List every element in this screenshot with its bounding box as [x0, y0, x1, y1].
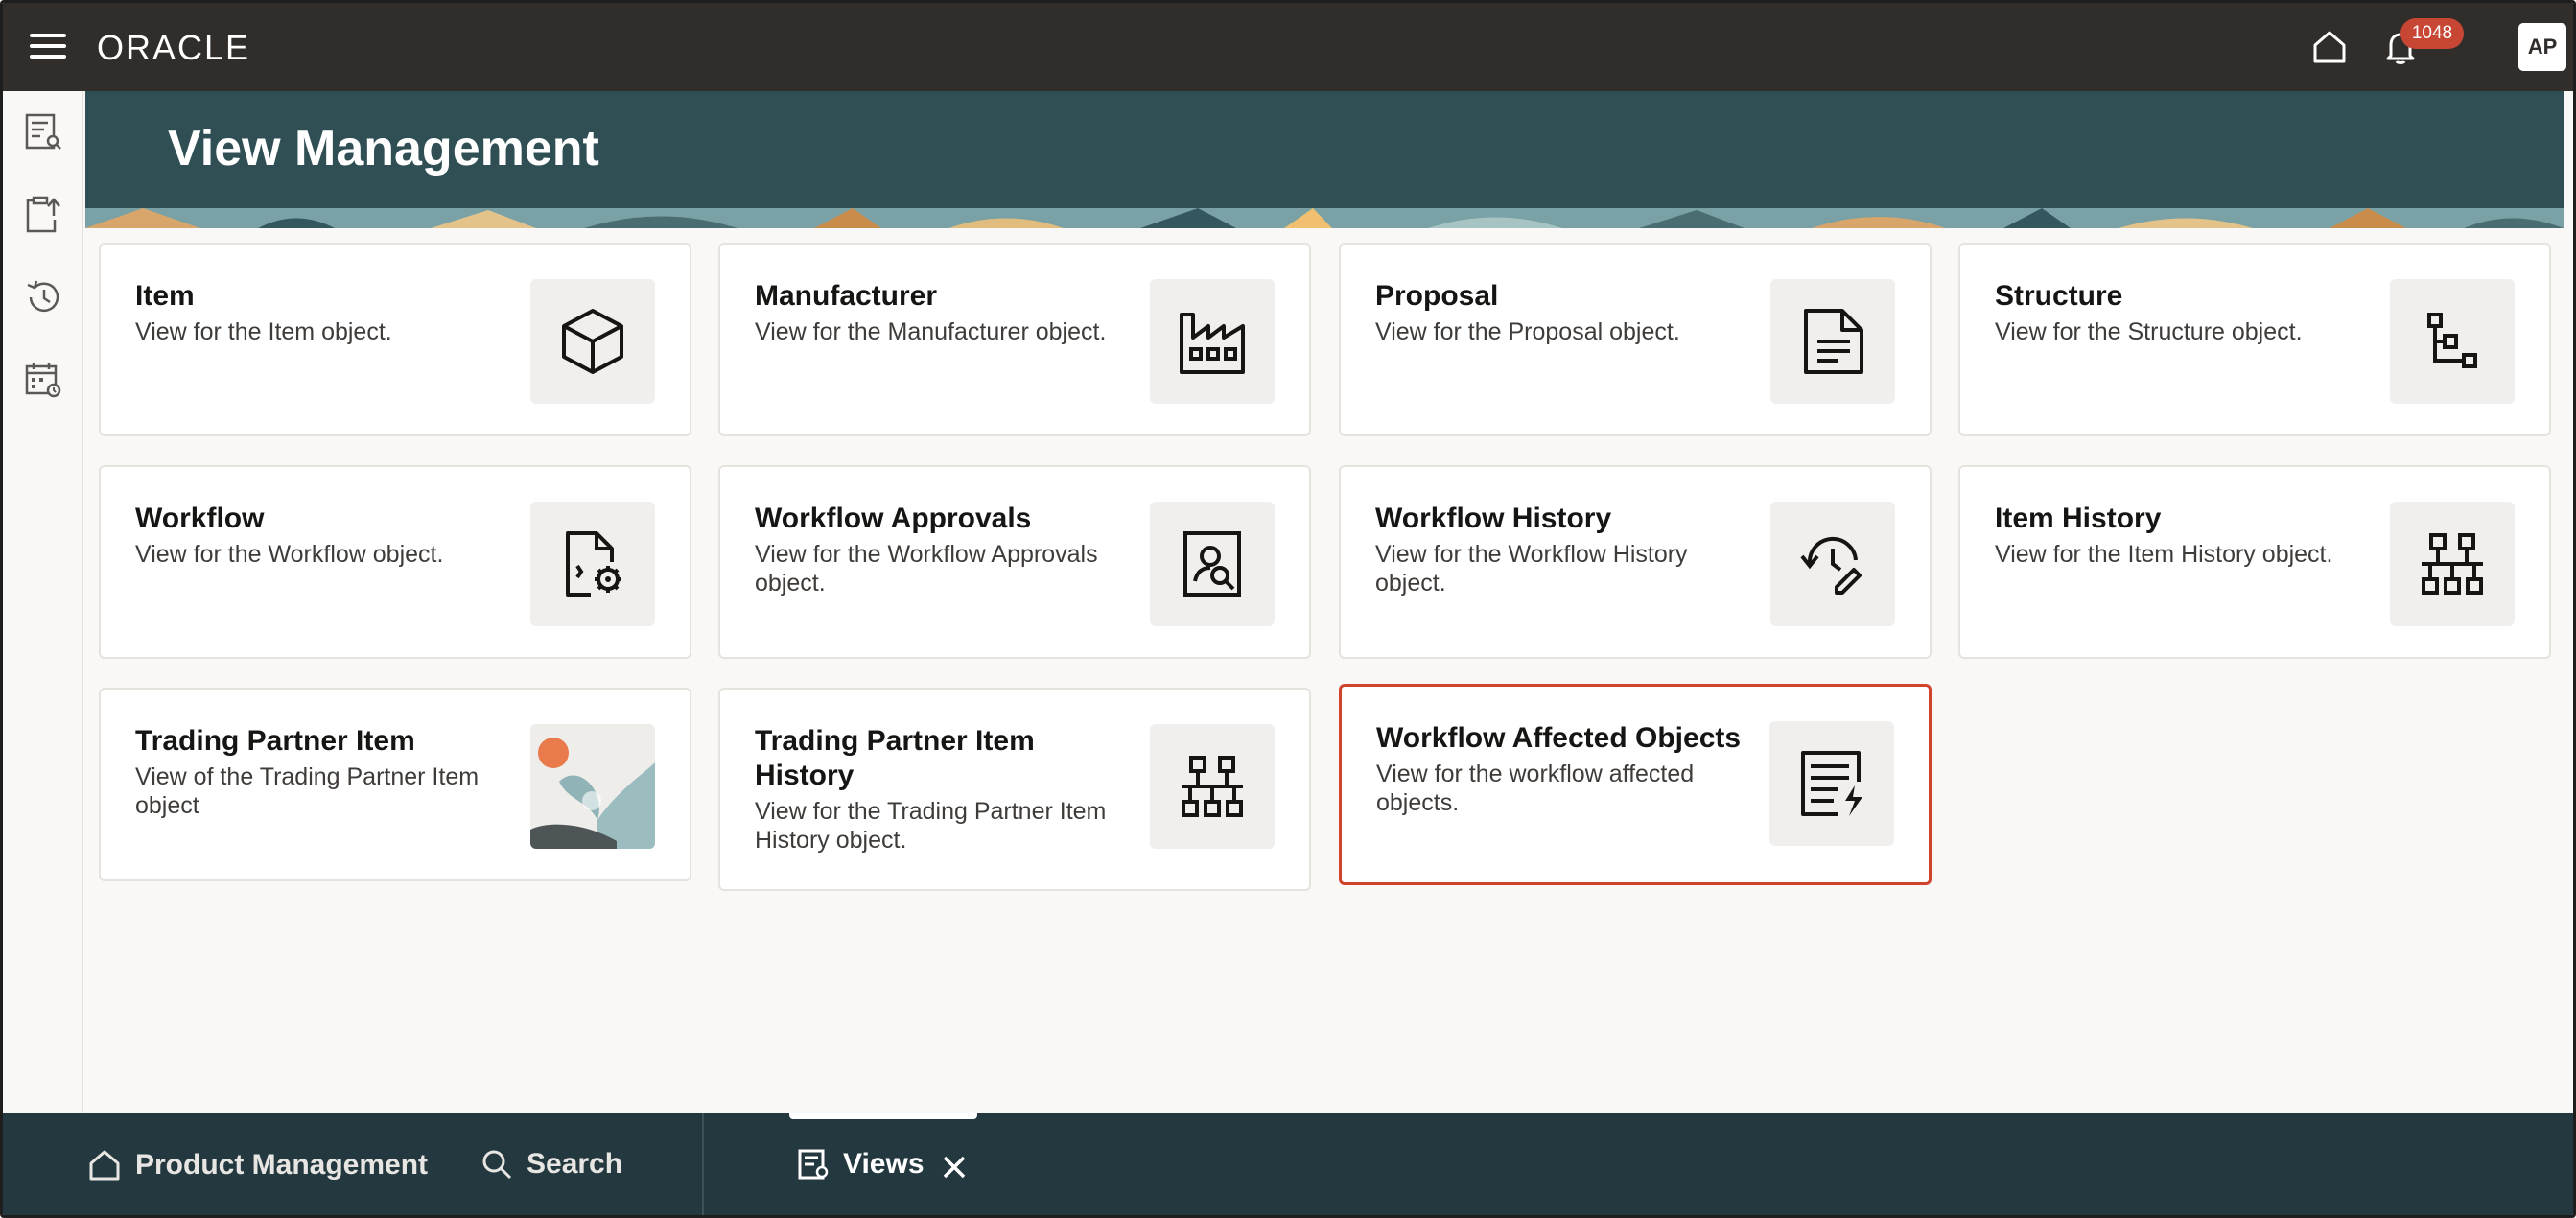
card-description: View for the Workflow History object.	[1375, 541, 1688, 597]
card-title: Workflow Approvals	[755, 503, 1032, 534]
clipboard-upload-icon[interactable]	[23, 195, 63, 235]
card-title: Trading Partner Item	[135, 725, 415, 757]
document-gear-icon	[566, 531, 621, 597]
top-bar: ORACLE 1048 AP	[3, 3, 2573, 91]
notification-badge: 1048	[2400, 18, 2464, 49]
user-search-icon	[1183, 531, 1241, 597]
card-item-history[interactable]: Item History View for the Item History o…	[1958, 465, 2551, 659]
structure-tree-icon	[2427, 313, 2477, 368]
app-window: ORACLE 1048 AP View Management Item View…	[0, 0, 2576, 1218]
card-icon-tile	[1150, 502, 1275, 626]
card-title: Manufacturer	[755, 280, 938, 312]
history-icon[interactable]	[23, 277, 63, 317]
card-workflow-affected-objects[interactable]: Workflow Affected Objects View for the w…	[1339, 684, 1932, 885]
list-bolt-icon	[1801, 751, 1862, 816]
card-icon-tile	[530, 724, 655, 849]
card-description: View for the Manufacturer object.	[755, 318, 1107, 345]
document-icon	[1804, 309, 1863, 374]
home-icon	[89, 1150, 120, 1181]
bottom-navigation-bar: Product Management Search Views	[3, 1113, 2573, 1215]
views-list-icon	[798, 1149, 829, 1180]
card-description: View for the Trading Partner Item Histor…	[755, 798, 1107, 854]
search-nav[interactable]: Search	[480, 1148, 622, 1181]
card-description: View for the Item object.	[135, 318, 392, 345]
close-icon[interactable]	[939, 1152, 970, 1183]
active-tab-indicator	[789, 1113, 977, 1119]
card-description: View for the Workflow Approvals object.	[755, 541, 1098, 597]
card-icon-tile	[530, 502, 655, 626]
card-title: Trading Partner Item History	[755, 725, 1035, 791]
left-rail	[3, 91, 83, 1113]
history-edit-icon	[1800, 536, 1862, 595]
bottom-bar-divider	[702, 1113, 704, 1215]
page-title: View Management	[168, 121, 599, 176]
banner-decoration-image	[85, 208, 2564, 228]
hierarchy-icon	[2422, 533, 2483, 595]
card-item[interactable]: Item View for the Item object.	[99, 243, 691, 436]
factory-icon	[1180, 313, 1245, 374]
card-icon-tile	[1770, 502, 1895, 626]
card-manufacturer[interactable]: Manufacturer View for the Manufacturer o…	[718, 243, 1311, 436]
card-icon-tile	[1770, 279, 1895, 404]
card-icon-tile	[2390, 502, 2515, 626]
cube-icon	[562, 309, 623, 374]
tab-views[interactable]: Views	[797, 1148, 925, 1181]
card-description: View for the Proposal object.	[1375, 318, 1680, 345]
card-icon-tile	[1150, 724, 1275, 849]
menu-icon[interactable]	[30, 32, 68, 60]
card-title: Structure	[1995, 280, 2123, 312]
card-title: Item	[135, 280, 195, 312]
card-description: View for the workflow affected objects.	[1376, 761, 1695, 816]
card-description: View for the Workflow object.	[135, 541, 444, 568]
hierarchy-icon	[1182, 756, 1243, 817]
card-workflow-history[interactable]: Workflow History View for the Workflow H…	[1339, 465, 1932, 659]
product-management-label: Product Management	[135, 1149, 429, 1181]
card-icon-tile	[1150, 279, 1275, 404]
card-trading-partner-item[interactable]: Trading Partner Item View of the Trading…	[99, 688, 691, 881]
card-workflow-approvals[interactable]: Workflow Approvals View for the Workflow…	[718, 465, 1311, 659]
oracle-logo[interactable]: ORACLE	[97, 28, 250, 68]
card-workflow[interactable]: Workflow View for the Workflow object.	[99, 465, 691, 659]
illustration-image	[530, 724, 655, 849]
card-description: View for the Item History object.	[1995, 541, 2333, 568]
card-icon-tile	[530, 279, 655, 404]
product-management-nav[interactable]: Product Management	[87, 1148, 428, 1183]
card-proposal[interactable]: Proposal View for the Proposal object.	[1339, 243, 1932, 436]
card-trading-partner-item-history[interactable]: Trading Partner Item History View for th…	[718, 688, 1311, 891]
page-header-banner: View Management	[85, 91, 2564, 228]
card-icon-tile	[1769, 721, 1894, 846]
views-tab-label: Views	[843, 1148, 925, 1180]
card-title: Workflow History	[1375, 503, 1612, 534]
card-title: Item History	[1995, 503, 2162, 534]
search-icon	[482, 1150, 512, 1180]
card-title: Workflow	[135, 503, 265, 534]
home-icon[interactable]	[2310, 28, 2349, 66]
user-avatar[interactable]: AP	[2518, 23, 2566, 71]
calendar-clock-icon[interactable]	[23, 360, 63, 400]
card-title: Workflow Affected Objects	[1376, 722, 1742, 754]
search-label: Search	[527, 1148, 623, 1180]
card-structure[interactable]: Structure View for the Structure object.	[1958, 243, 2551, 436]
card-icon-tile	[2390, 279, 2515, 404]
card-description: View of the Trading Partner Item object	[135, 763, 480, 819]
card-title: Proposal	[1375, 280, 1499, 312]
card-description: View for the Structure object.	[1995, 318, 2303, 345]
search-list-icon[interactable]	[23, 112, 63, 152]
